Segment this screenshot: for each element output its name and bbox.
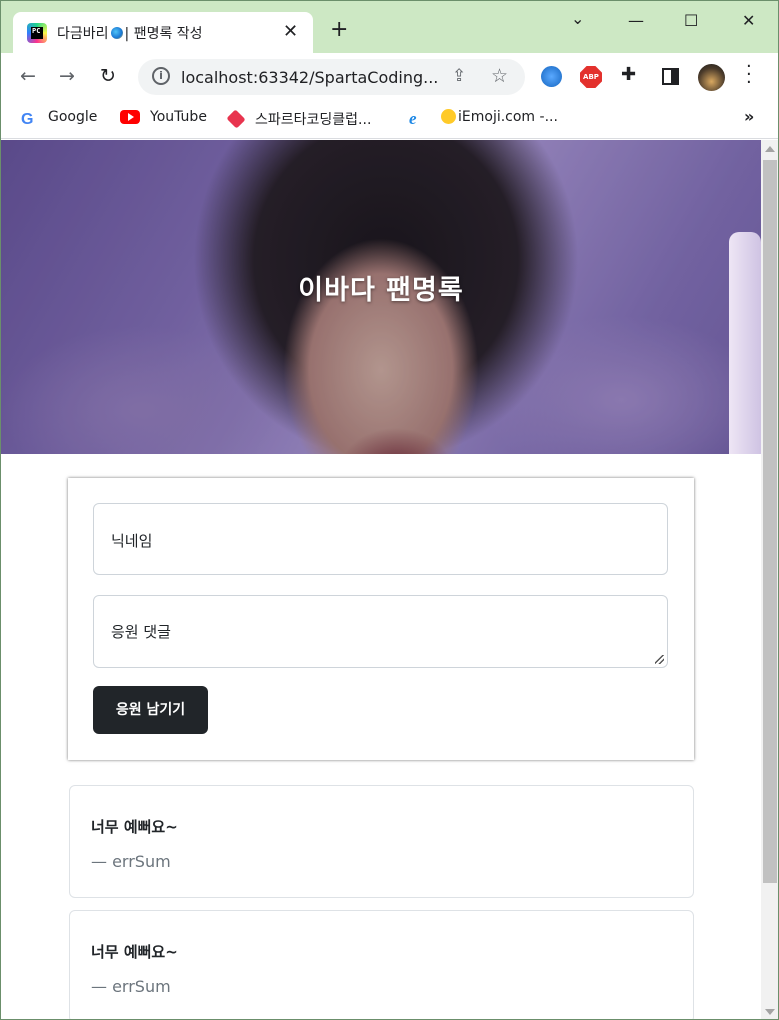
comment-text: 너무 예뻐요~	[91, 818, 178, 836]
nickname-placeholder: 닉네임	[111, 532, 153, 550]
bookmark-ie[interactable]: e	[409, 109, 427, 129]
back-arrow-icon[interactable]: ←	[20, 65, 36, 87]
page-viewport: 이바다 팬명록 닉네임 응원 댓글 응원 남기기 너무 예뻐요~ — errSu…	[1, 140, 761, 1019]
bookmark-sparta[interactable]: 스파르타코딩클럽...	[226, 109, 371, 129]
minimize-button[interactable]: —	[628, 11, 644, 30]
menu-kebab-icon[interactable]: · · ·	[746, 58, 752, 92]
nickname-input[interactable]: 닉네임	[93, 503, 668, 575]
comment-author: — errSum	[91, 852, 171, 871]
tab-search-dropdown-icon[interactable]: ⌄	[571, 9, 584, 28]
forward-arrow-icon[interactable]: →	[59, 65, 75, 87]
adblock-plus-icon[interactable]: ABP	[580, 66, 602, 88]
ie-icon: e	[409, 109, 417, 128]
close-window-button[interactable]: ✕	[742, 11, 755, 30]
new-tab-button[interactable]: +	[330, 17, 348, 42]
bookmark-google[interactable]: G Google	[21, 109, 97, 128]
comment-placeholder: 응원 댓글	[111, 623, 171, 641]
tab-title: 다금바리 | 팬명록 작성	[57, 26, 203, 42]
bookmarks-overflow-icon[interactable]: »	[744, 107, 754, 126]
bookmark-iemoji[interactable]: iEmoji.com -...	[441, 109, 558, 125]
share-icon[interactable]: ⇪	[452, 66, 466, 86]
comment-card: 너무 예뻐요~ — errSum	[69, 910, 694, 1019]
extensions-puzzle-icon[interactable]: ✚	[621, 64, 636, 85]
maximize-button[interactable]: ☐	[684, 11, 698, 30]
translate-extension-icon[interactable]	[541, 66, 562, 87]
hero-banner: 이바다 팬명록	[1, 140, 761, 454]
comment-textarea[interactable]: 응원 댓글	[93, 595, 668, 668]
hero-title: 이바다 팬명록	[298, 275, 464, 306]
comment-text: 너무 예뻐요~	[91, 943, 178, 961]
youtube-icon	[120, 110, 140, 124]
pycharm-favicon-icon: PC	[27, 23, 47, 43]
url-text[interactable]: localhost:63342/SpartaCoding...	[181, 68, 438, 87]
site-info-icon[interactable]: i	[152, 67, 170, 85]
tab-close-icon[interactable]: ✕	[283, 21, 298, 42]
scrollbar-thumb[interactable]	[763, 160, 777, 883]
sparta-icon	[226, 109, 246, 129]
title-bar: PC 다금바리 | 팬명록 작성 ✕ + ⌄ — ☐ ✕	[1, 1, 778, 53]
emoji-icon	[441, 109, 456, 124]
submit-comment-button[interactable]: 응원 남기기	[93, 686, 208, 734]
reload-icon[interactable]: ↻	[100, 65, 116, 87]
bookmark-youtube[interactable]: YouTube	[120, 109, 207, 125]
address-bar[interactable]: i localhost:63342/SpartaCoding... ⇪ ☆	[138, 59, 525, 95]
browser-tab[interactable]: PC 다금바리 | 팬명록 작성 ✕	[13, 12, 313, 53]
side-panel-icon[interactable]	[662, 68, 679, 85]
vertical-scrollbar[interactable]	[761, 140, 778, 1019]
comment-card: 너무 예뻐요~ — errSum	[69, 785, 694, 898]
scroll-down-arrow-icon[interactable]	[765, 1009, 775, 1015]
fan-message-form: 닉네임 응원 댓글 응원 남기기	[68, 478, 694, 760]
comment-author: — errSum	[91, 977, 171, 996]
profile-avatar[interactable]	[698, 64, 725, 91]
browser-toolbar: ← → ↻ i localhost:63342/SpartaCoding... …	[1, 53, 778, 101]
browser-window: PC 다금바리 | 팬명록 작성 ✕ + ⌄ — ☐ ✕ ← → ↻ i loca…	[0, 0, 779, 1020]
resize-handle-icon[interactable]	[655, 655, 664, 664]
scroll-up-arrow-icon[interactable]	[765, 146, 775, 152]
globe-dot-icon	[110, 27, 123, 39]
bookmarks-bar: G Google YouTube 스파르타코딩클럽... e iEmoji.com…	[1, 101, 778, 139]
bookmark-star-icon[interactable]: ☆	[491, 65, 508, 87]
hero-candle-image	[729, 232, 761, 454]
google-icon: G	[21, 111, 34, 128]
